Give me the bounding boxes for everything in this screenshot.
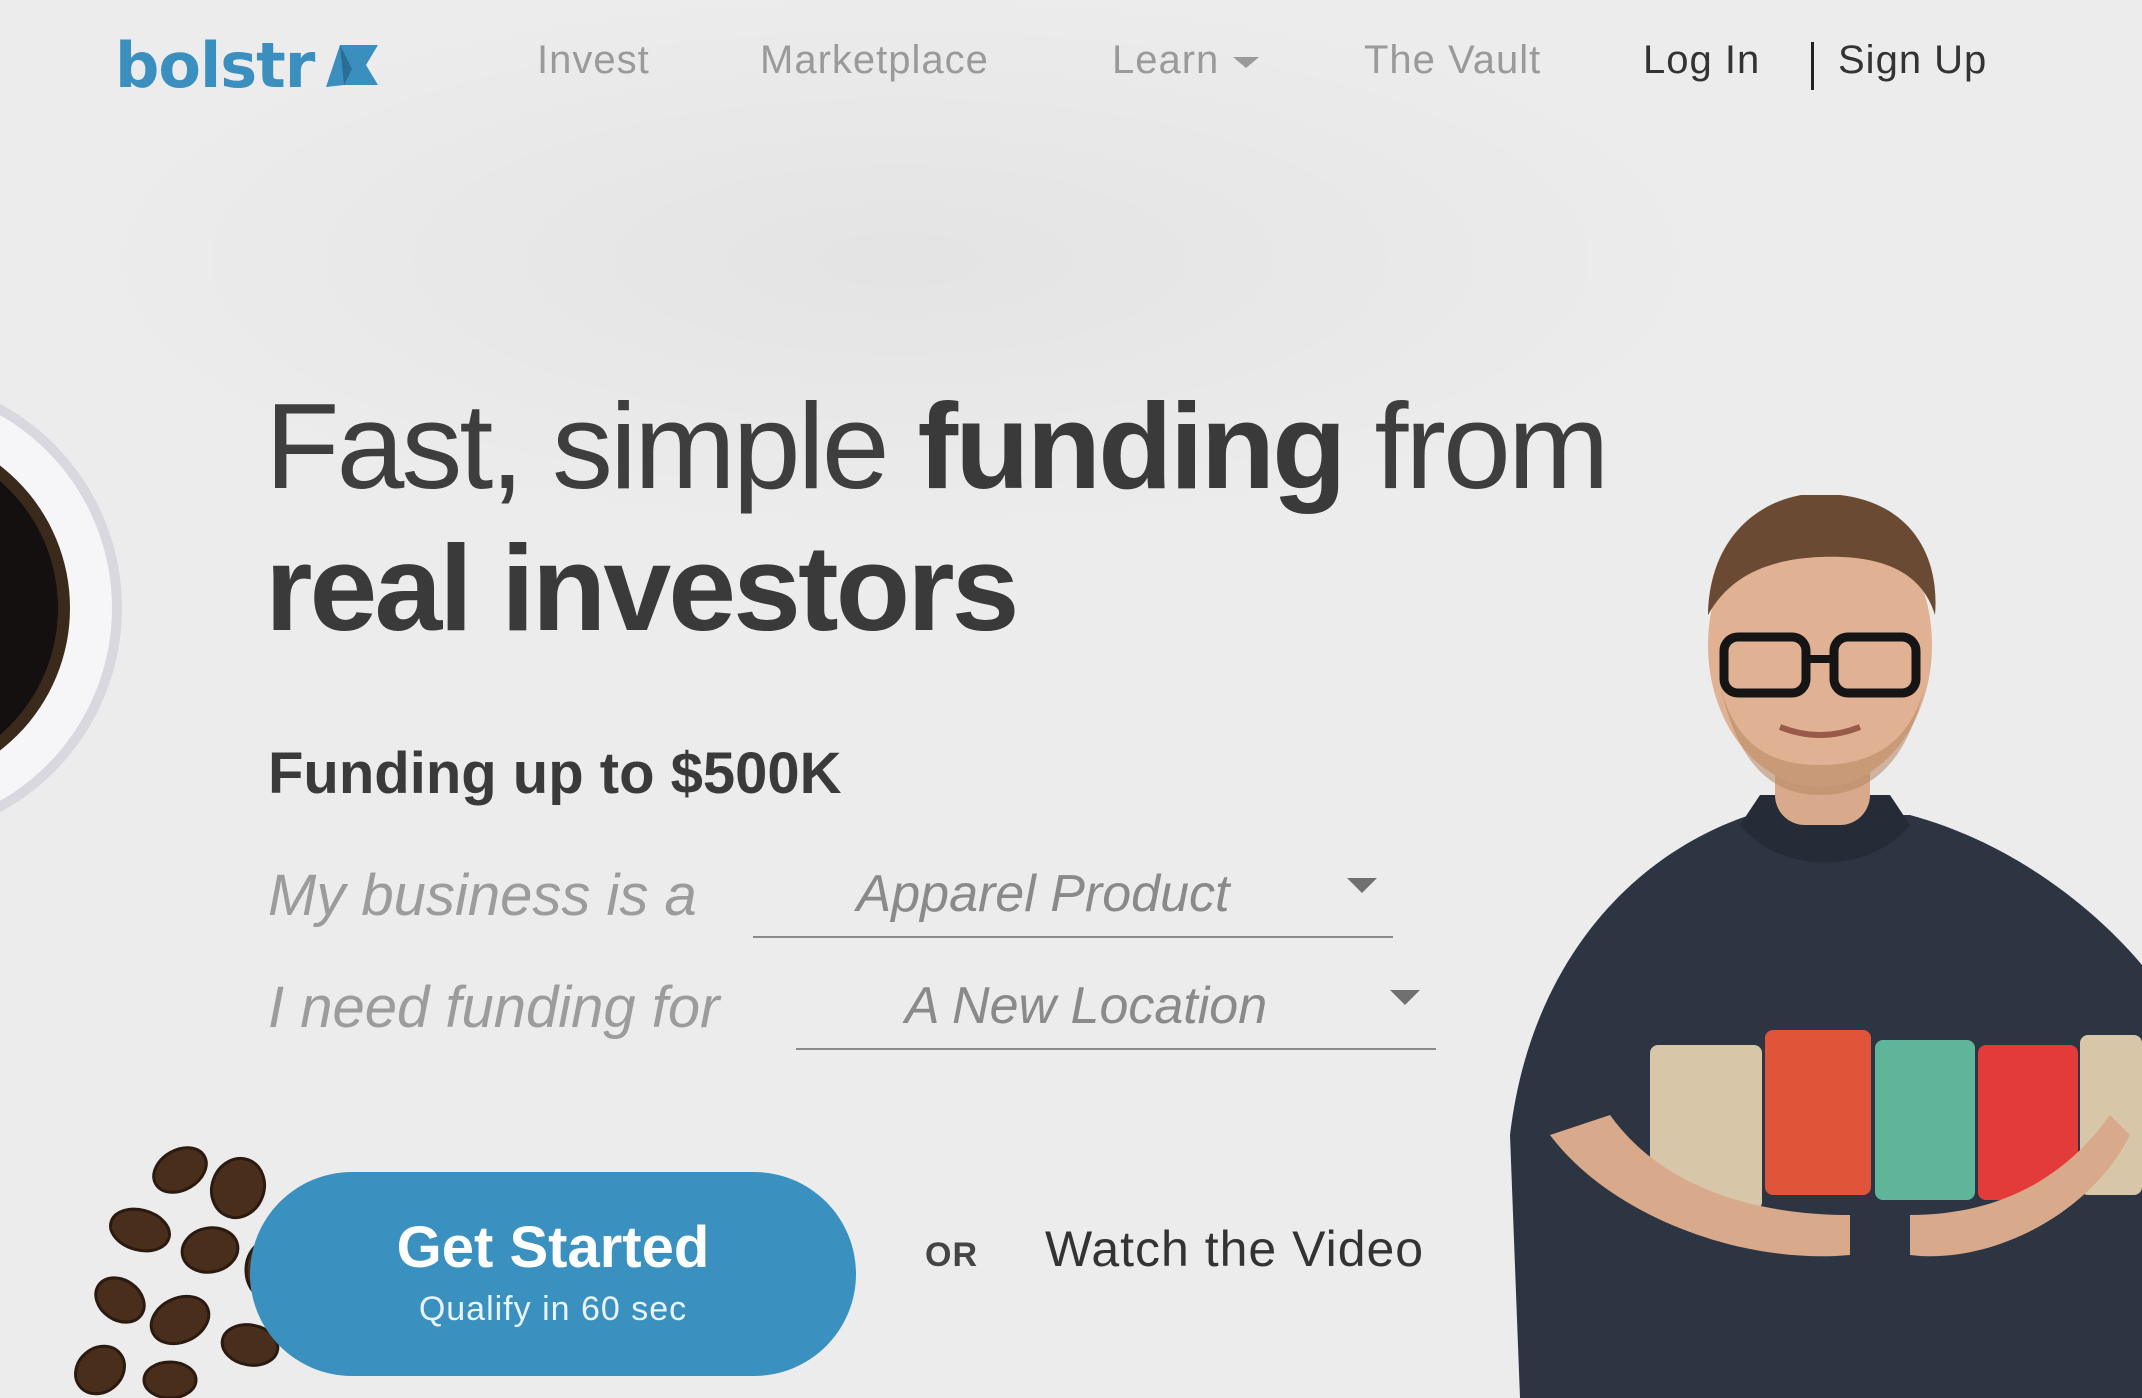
- login-link[interactable]: Log In: [1643, 38, 1760, 83]
- nav-marketplace[interactable]: Marketplace: [760, 38, 989, 83]
- headline-emphasis: real investors: [265, 520, 1019, 656]
- business-type-select[interactable]: Apparel Product: [753, 862, 1393, 938]
- business-type-row: My business is a Apparel Product: [268, 862, 1398, 942]
- logo-flag-icon: [326, 45, 379, 87]
- headline-line-1: Fast, simple funding from: [265, 375, 1765, 517]
- funding-purpose-select[interactable]: A New Location: [796, 974, 1436, 1050]
- watch-video-link[interactable]: Watch the Video: [1045, 1220, 1424, 1278]
- funding-purpose-row: I need funding for A New Location: [268, 974, 1443, 1054]
- or-separator: OR: [925, 1236, 978, 1274]
- nav-learn[interactable]: Learn: [1112, 38, 1260, 83]
- chevron-down-icon: [1390, 990, 1420, 1005]
- get-started-subtitle: Qualify in 60 sec: [418, 1290, 688, 1328]
- landing-page: bolstr Invest Marketplace Learn The Vaul…: [0, 0, 2142, 1398]
- headline-emphasis: funding: [917, 378, 1347, 514]
- chevron-down-icon: [1347, 878, 1377, 893]
- nav-invest[interactable]: Invest: [537, 38, 650, 83]
- headline-line-2: real investors: [265, 517, 1765, 659]
- hero-headline: Fast, simple funding from real investors: [265, 375, 1765, 659]
- brand-name: bolstr: [115, 28, 315, 102]
- signup-link[interactable]: Sign Up: [1838, 38, 1987, 83]
- funding-purpose-label: I need funding for: [268, 975, 720, 1040]
- nav-the-vault[interactable]: The Vault: [1364, 38, 1541, 83]
- headline-text: Fast, simple: [265, 378, 918, 514]
- funding-subheading: Funding up to $500K: [268, 741, 842, 806]
- nav-divider: [1811, 42, 1814, 90]
- business-type-label: My business is a: [268, 863, 697, 928]
- business-type-value: Apparel Product: [856, 865, 1230, 923]
- nav-learn-label: Learn: [1112, 38, 1220, 82]
- headline-text: from: [1343, 378, 1610, 514]
- get-started-button[interactable]: Get Started Qualify in 60 sec: [250, 1172, 856, 1376]
- coffee-cup-image: [0, 403, 122, 813]
- brand-logo[interactable]: bolstr: [115, 28, 382, 102]
- chevron-down-icon: [1233, 56, 1260, 68]
- get-started-label: Get Started: [396, 1215, 710, 1280]
- funding-purpose-value: A New Location: [904, 977, 1268, 1035]
